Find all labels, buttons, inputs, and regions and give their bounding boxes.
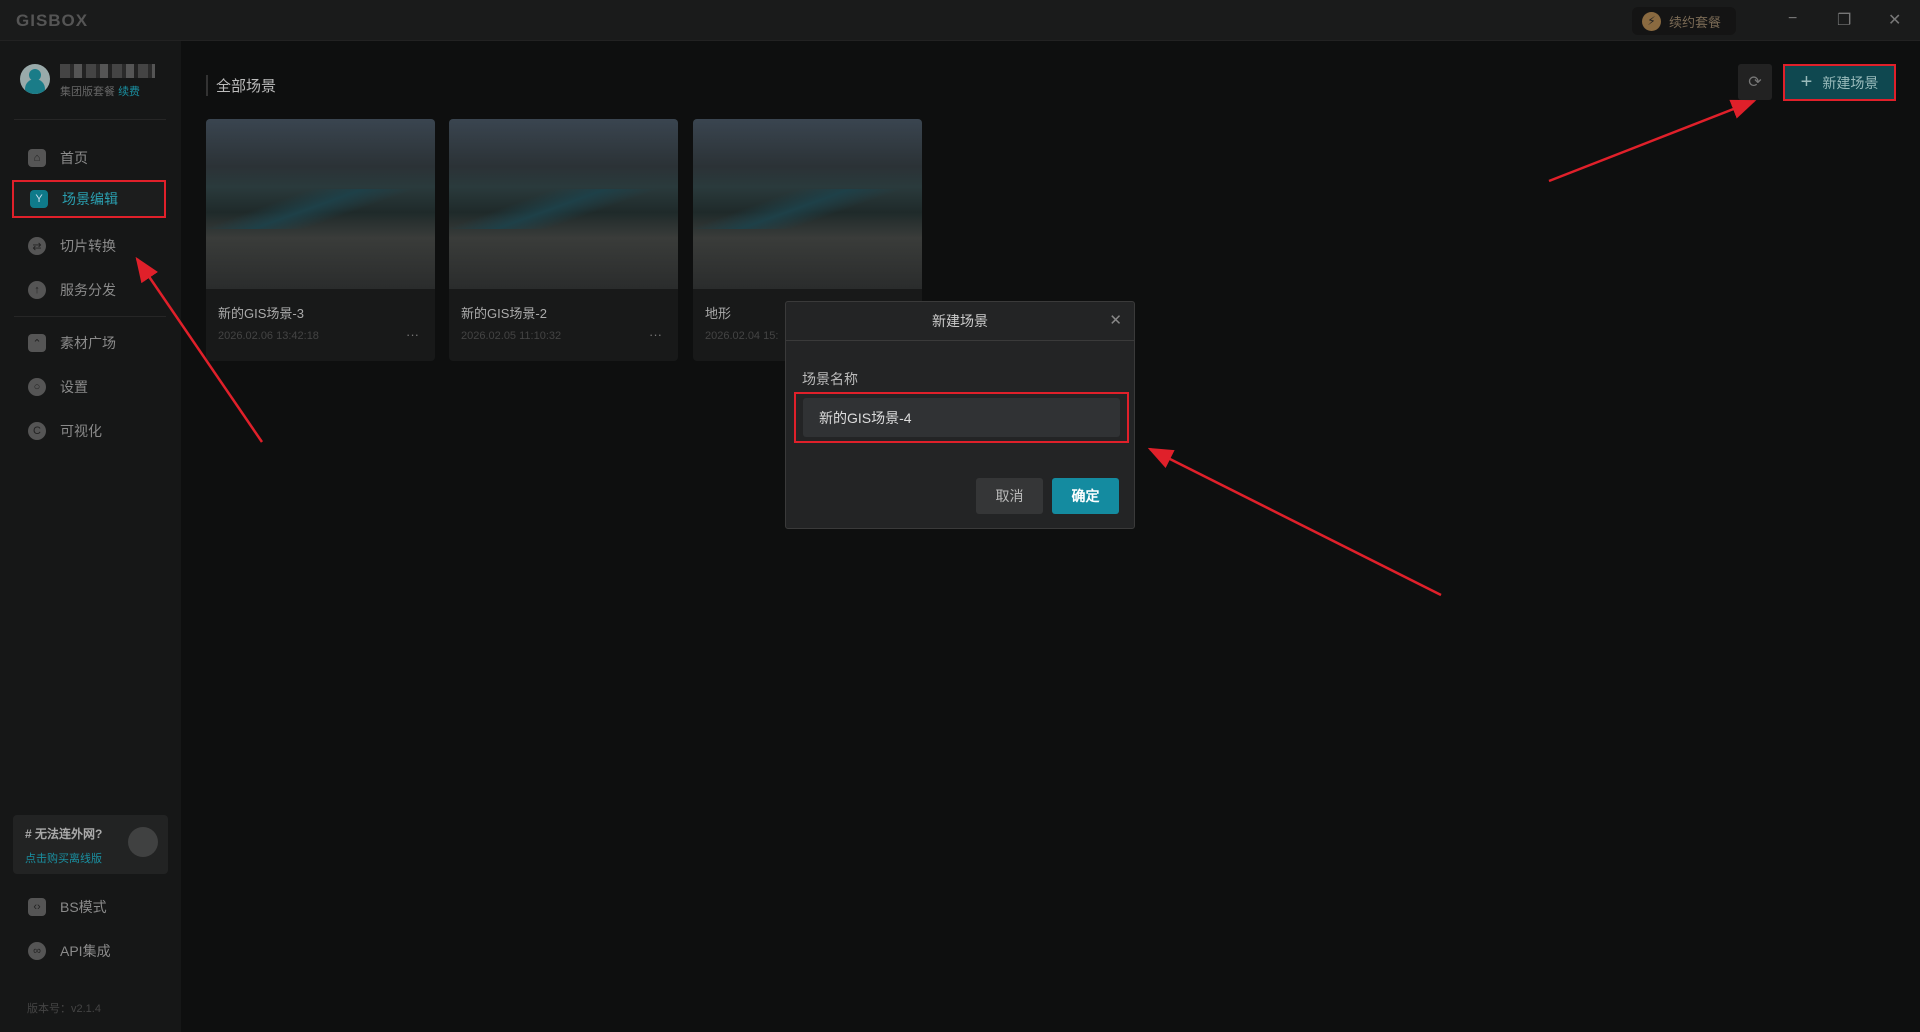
scene-name-input[interactable] <box>803 398 1120 437</box>
sidebar-item-label: 场景编辑 <box>62 191 118 207</box>
offline-promo[interactable]: # 无法连外网? 点击购买离线版 <box>13 815 168 874</box>
scene-name: 新的GIS场景-3 <box>218 306 304 321</box>
cancel-button[interactable]: 取消 <box>976 478 1043 514</box>
refresh-icon: ⟳ <box>1748 74 1762 91</box>
app-logo: GISBOX <box>16 11 89 30</box>
satellite-dish-icon <box>128 827 158 857</box>
restore-button[interactable]: ❐ <box>1837 10 1851 30</box>
divider <box>14 316 166 317</box>
scene-thumbnail <box>449 119 678 289</box>
sidebar-item-label: 首页 <box>60 150 88 166</box>
gear-icon: ○ <box>28 378 46 396</box>
swap-icon: ⇄ <box>28 237 46 255</box>
scene-date: 2026.02.05 11:10:32 <box>461 330 562 342</box>
refresh-button[interactable]: ⟳ <box>1738 64 1772 100</box>
sidebar-item-bs-mode[interactable]: ‹› BS模式 <box>12 888 166 926</box>
sidebar-item-label: API集成 <box>60 943 111 959</box>
annotation-arrow <box>1548 99 1757 183</box>
scene-name-highlight <box>794 392 1129 443</box>
dialog-title: 新建场景 <box>786 302 1134 341</box>
sidebar-item-label: 切片转换 <box>60 238 116 254</box>
plan-label: 集团版套餐 <box>60 86 115 98</box>
cube-icon: Y <box>30 190 48 208</box>
version-label: 版本号：v2.1.4 <box>27 1003 101 1015</box>
sidebar-item-settings[interactable]: ○ 设置 <box>12 368 166 406</box>
scene-date: 2026.02.04 15: <box>705 330 779 342</box>
new-scene-dialog: 新建场景 ✕ 场景名称 取消 确定 <box>785 301 1135 529</box>
scene-name: 地形 <box>705 306 732 321</box>
more-options-icon[interactable]: ··· <box>406 327 419 342</box>
title-bar: GISBOX ⚡ 续约套餐 − ❐ ✕ <box>0 0 1920 41</box>
upload-cloud-icon: ↑ <box>28 281 46 299</box>
code-icon: ‹› <box>28 898 46 916</box>
chart-icon: C <box>28 422 46 440</box>
new-scene-button[interactable]: + 新建场景 <box>1783 64 1896 101</box>
sidebar-item-label: 素材广场 <box>60 335 116 351</box>
minimize-button[interactable]: − <box>1788 10 1797 28</box>
avatar[interactable] <box>20 64 50 94</box>
sidebar-item-scene-edit[interactable]: Y 场景编辑 <box>12 180 166 218</box>
scene-card[interactable]: 新的GIS场景-2 2026.02.05 11:10:32 ··· <box>449 119 678 361</box>
sidebar-item-label: 设置 <box>60 379 88 395</box>
scene-name-label: 场景名称 <box>802 371 858 387</box>
scene-name: 新的GIS场景-2 <box>461 306 547 321</box>
close-button[interactable]: ✕ <box>1888 10 1901 30</box>
sidebar-item-service[interactable]: ↑ 服务分发 <box>12 271 166 309</box>
plus-icon: + <box>1800 71 1813 93</box>
scene-thumbnail <box>206 119 435 289</box>
sidebar-item-tile-convert[interactable]: ⇄ 切片转换 <box>12 227 166 265</box>
renew-link[interactable]: 续费 <box>118 86 140 98</box>
new-scene-label: 新建场景 <box>1822 74 1879 91</box>
home-icon: ⌂ <box>28 149 46 167</box>
more-options-icon[interactable]: ··· <box>649 327 662 342</box>
scene-card[interactable]: 新的GIS场景-3 2026.02.06 13:42:18 ··· <box>206 119 435 361</box>
scene-date: 2026.02.06 13:42:18 <box>218 330 319 342</box>
page-title: 全部场景 <box>206 75 276 96</box>
sidebar-item-home[interactable]: ⌂ 首页 <box>12 139 166 177</box>
sidebar-item-visualize[interactable]: C 可视化 <box>12 412 166 450</box>
lightning-icon: ⚡ <box>1642 11 1661 31</box>
sidebar-item-assets[interactable]: ⌃ 素材广场 <box>12 324 166 362</box>
scene-thumbnail <box>693 119 922 289</box>
image-icon: ⌃ <box>28 334 46 352</box>
annotation-arrow <box>1147 447 1442 597</box>
renew-label: 续约套餐 <box>1669 14 1722 30</box>
close-icon[interactable]: ✕ <box>1109 311 1122 329</box>
sidebar-item-label: 可视化 <box>60 423 102 439</box>
username-blurred <box>60 64 155 78</box>
user-plan: 集团版套餐 续费 <box>60 83 140 99</box>
link-icon: ∞ <box>28 942 46 960</box>
confirm-button[interactable]: 确定 <box>1052 478 1119 514</box>
sidebar-item-label: BS模式 <box>60 899 107 915</box>
sidebar-item-api[interactable]: ∞ API集成 <box>12 932 166 970</box>
renew-package-button[interactable]: ⚡ 续约套餐 <box>1632 7 1736 35</box>
divider <box>14 119 166 120</box>
sidebar-item-label: 服务分发 <box>60 282 116 298</box>
